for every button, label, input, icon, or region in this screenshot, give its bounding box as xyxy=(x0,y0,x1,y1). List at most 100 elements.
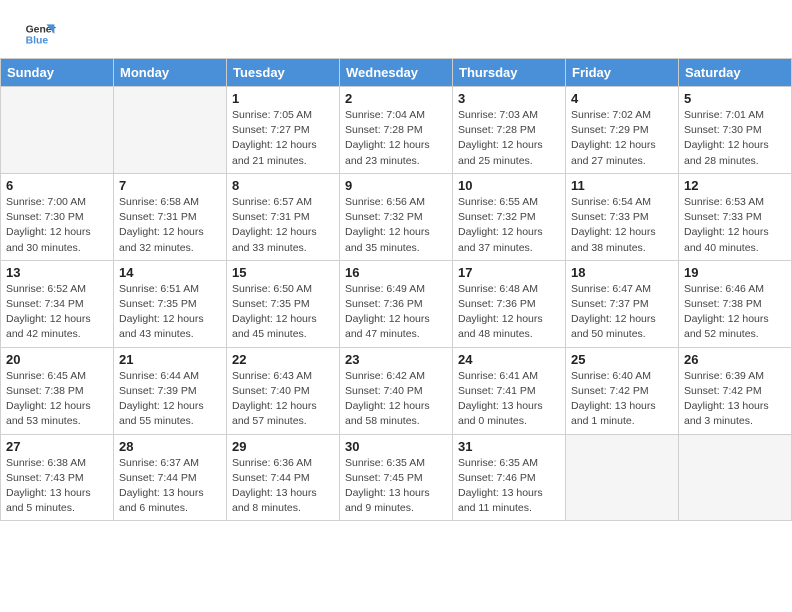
day-number: 29 xyxy=(232,439,334,454)
day-header-saturday: Saturday xyxy=(679,59,792,87)
calendar-cell xyxy=(114,87,227,174)
day-info: Sunrise: 6:51 AMSunset: 7:35 PMDaylight:… xyxy=(119,282,221,343)
calendar-cell xyxy=(566,434,679,521)
calendar-body: 1 Sunrise: 7:05 AMSunset: 7:27 PMDaylight… xyxy=(1,87,792,521)
page-header: General Blue xyxy=(0,0,792,58)
calendar-cell xyxy=(1,87,114,174)
day-info: Sunrise: 6:38 AMSunset: 7:43 PMDaylight:… xyxy=(6,456,108,517)
day-number: 8 xyxy=(232,178,334,193)
day-header-wednesday: Wednesday xyxy=(340,59,453,87)
day-info: Sunrise: 7:05 AMSunset: 7:27 PMDaylight:… xyxy=(232,108,334,169)
calendar-cell: 23Sunrise: 6:42 AMSunset: 7:40 PMDayligh… xyxy=(340,347,453,434)
day-info: Sunrise: 6:40 AMSunset: 7:42 PMDaylight:… xyxy=(571,369,673,430)
day-number: 11 xyxy=(571,178,673,193)
calendar-cell: 26Sunrise: 6:39 AMSunset: 7:42 PMDayligh… xyxy=(679,347,792,434)
day-info: Sunrise: 7:02 AMSunset: 7:29 PMDaylight:… xyxy=(571,108,673,169)
calendar-cell: 19 Sunrise: 6:46 AMSunset: 7:38 PMDayligh… xyxy=(679,260,792,347)
day-info: Sunrise: 6:46 AMSunset: 7:38 PMDaylight:… xyxy=(684,282,786,343)
day-info: Sunrise: 6:35 AMSunset: 7:45 PMDaylight:… xyxy=(345,456,447,517)
day-number: 13 xyxy=(6,265,108,280)
calendar-cell: 18 Sunrise: 6:47 AMSunset: 7:37 PMDayligh… xyxy=(566,260,679,347)
calendar-cell: 20 Sunrise: 6:45 AMSunset: 7:38 PMDayligh… xyxy=(1,347,114,434)
day-number: 20 xyxy=(6,352,108,367)
calendar-cell: 31 Sunrise: 6:35 AMSunset: 7:46 PMDayligh… xyxy=(453,434,566,521)
calendar-cell: 13 Sunrise: 6:52 AMSunset: 7:34 PMDayligh… xyxy=(1,260,114,347)
day-info: Sunrise: 6:35 AMSunset: 7:46 PMDaylight:… xyxy=(458,456,560,517)
day-number: 12 xyxy=(684,178,786,193)
day-info: Sunrise: 6:37 AMSunset: 7:44 PMDaylight:… xyxy=(119,456,221,517)
calendar-cell: 27 Sunrise: 6:38 AMSunset: 7:43 PMDayligh… xyxy=(1,434,114,521)
day-info: Sunrise: 6:54 AMSunset: 7:33 PMDaylight:… xyxy=(571,195,673,256)
calendar-cell: 14 Sunrise: 6:51 AMSunset: 7:35 PMDayligh… xyxy=(114,260,227,347)
day-number: 3 xyxy=(458,91,560,106)
calendar-cell: 17 Sunrise: 6:48 AMSunset: 7:36 PMDayligh… xyxy=(453,260,566,347)
day-number: 9 xyxy=(345,178,447,193)
day-info: Sunrise: 6:36 AMSunset: 7:44 PMDaylight:… xyxy=(232,456,334,517)
calendar-week-row: 20 Sunrise: 6:45 AMSunset: 7:38 PMDayligh… xyxy=(1,347,792,434)
calendar-cell: 22 Sunrise: 6:43 AMSunset: 7:40 PMDayligh… xyxy=(227,347,340,434)
day-info: Sunrise: 6:56 AMSunset: 7:32 PMDaylight:… xyxy=(345,195,447,256)
calendar-cell: 11 Sunrise: 6:54 AMSunset: 7:33 PMDayligh… xyxy=(566,173,679,260)
calendar-cell: 1 Sunrise: 7:05 AMSunset: 7:27 PMDaylight… xyxy=(227,87,340,174)
day-number: 5 xyxy=(684,91,786,106)
calendar-cell: 16 Sunrise: 6:49 AMSunset: 7:36 PMDayligh… xyxy=(340,260,453,347)
day-number: 22 xyxy=(232,352,334,367)
day-number: 23 xyxy=(345,352,447,367)
day-info: Sunrise: 6:50 AMSunset: 7:35 PMDaylight:… xyxy=(232,282,334,343)
day-number: 19 xyxy=(684,265,786,280)
day-info: Sunrise: 7:03 AMSunset: 7:28 PMDaylight:… xyxy=(458,108,560,169)
day-number: 18 xyxy=(571,265,673,280)
day-info: Sunrise: 6:43 AMSunset: 7:40 PMDaylight:… xyxy=(232,369,334,430)
day-info: Sunrise: 6:52 AMSunset: 7:34 PMDaylight:… xyxy=(6,282,108,343)
day-number: 25 xyxy=(571,352,673,367)
day-number: 31 xyxy=(458,439,560,454)
day-number: 2 xyxy=(345,91,447,106)
calendar-cell: 21Sunrise: 6:44 AMSunset: 7:39 PMDayligh… xyxy=(114,347,227,434)
day-info: Sunrise: 6:57 AMSunset: 7:31 PMDaylight:… xyxy=(232,195,334,256)
day-number: 6 xyxy=(6,178,108,193)
calendar-cell: 5 Sunrise: 7:01 AMSunset: 7:30 PMDaylight… xyxy=(679,87,792,174)
day-number: 4 xyxy=(571,91,673,106)
calendar-cell xyxy=(679,434,792,521)
day-header-friday: Friday xyxy=(566,59,679,87)
calendar-header-row: SundayMondayTuesdayWednesdayThursdayFrid… xyxy=(1,59,792,87)
calendar-cell: 4 Sunrise: 7:02 AMSunset: 7:29 PMDaylight… xyxy=(566,87,679,174)
day-number: 16 xyxy=(345,265,447,280)
calendar-cell: 15Sunrise: 6:50 AMSunset: 7:35 PMDayligh… xyxy=(227,260,340,347)
calendar-cell: 28Sunrise: 6:37 AMSunset: 7:44 PMDayligh… xyxy=(114,434,227,521)
day-number: 14 xyxy=(119,265,221,280)
day-info: Sunrise: 6:41 AMSunset: 7:41 PMDaylight:… xyxy=(458,369,560,430)
day-info: Sunrise: 6:47 AMSunset: 7:37 PMDaylight:… xyxy=(571,282,673,343)
day-info: Sunrise: 7:04 AMSunset: 7:28 PMDaylight:… xyxy=(345,108,447,169)
day-header-sunday: Sunday xyxy=(1,59,114,87)
calendar-cell: 29 Sunrise: 6:36 AMSunset: 7:44 PMDayligh… xyxy=(227,434,340,521)
day-info: Sunrise: 7:01 AMSunset: 7:30 PMDaylight:… xyxy=(684,108,786,169)
calendar-week-row: 27 Sunrise: 6:38 AMSunset: 7:43 PMDayligh… xyxy=(1,434,792,521)
calendar-week-row: 13 Sunrise: 6:52 AMSunset: 7:34 PMDayligh… xyxy=(1,260,792,347)
day-info: Sunrise: 6:45 AMSunset: 7:38 PMDaylight:… xyxy=(6,369,108,430)
day-info: Sunrise: 6:48 AMSunset: 7:36 PMDaylight:… xyxy=(458,282,560,343)
calendar-cell: 9 Sunrise: 6:56 AMSunset: 7:32 PMDaylight… xyxy=(340,173,453,260)
calendar-cell: 6Sunrise: 7:00 AMSunset: 7:30 PMDaylight… xyxy=(1,173,114,260)
svg-text:Blue: Blue xyxy=(26,36,49,47)
logo-icon: General Blue xyxy=(24,18,56,50)
calendar-cell: 2 Sunrise: 7:04 AMSunset: 7:28 PMDaylight… xyxy=(340,87,453,174)
day-number: 27 xyxy=(6,439,108,454)
day-number: 30 xyxy=(345,439,447,454)
day-number: 10 xyxy=(458,178,560,193)
day-info: Sunrise: 6:44 AMSunset: 7:39 PMDaylight:… xyxy=(119,369,221,430)
day-number: 1 xyxy=(232,91,334,106)
day-info: Sunrise: 6:55 AMSunset: 7:32 PMDaylight:… xyxy=(458,195,560,256)
day-info: Sunrise: 6:39 AMSunset: 7:42 PMDaylight:… xyxy=(684,369,786,430)
day-info: Sunrise: 6:49 AMSunset: 7:36 PMDaylight:… xyxy=(345,282,447,343)
calendar-wrapper: SundayMondayTuesdayWednesdayThursdayFrid… xyxy=(0,58,792,521)
calendar-table: SundayMondayTuesdayWednesdayThursdayFrid… xyxy=(0,58,792,521)
day-number: 17 xyxy=(458,265,560,280)
calendar-cell: 7Sunrise: 6:58 AMSunset: 7:31 PMDaylight… xyxy=(114,173,227,260)
calendar-cell: 10 Sunrise: 6:55 AMSunset: 7:32 PMDayligh… xyxy=(453,173,566,260)
calendar-cell: 25 Sunrise: 6:40 AMSunset: 7:42 PMDayligh… xyxy=(566,347,679,434)
calendar-week-row: 6Sunrise: 7:00 AMSunset: 7:30 PMDaylight… xyxy=(1,173,792,260)
day-info: Sunrise: 6:58 AMSunset: 7:31 PMDaylight:… xyxy=(119,195,221,256)
calendar-week-row: 1 Sunrise: 7:05 AMSunset: 7:27 PMDaylight… xyxy=(1,87,792,174)
calendar-cell: 30 Sunrise: 6:35 AMSunset: 7:45 PMDayligh… xyxy=(340,434,453,521)
